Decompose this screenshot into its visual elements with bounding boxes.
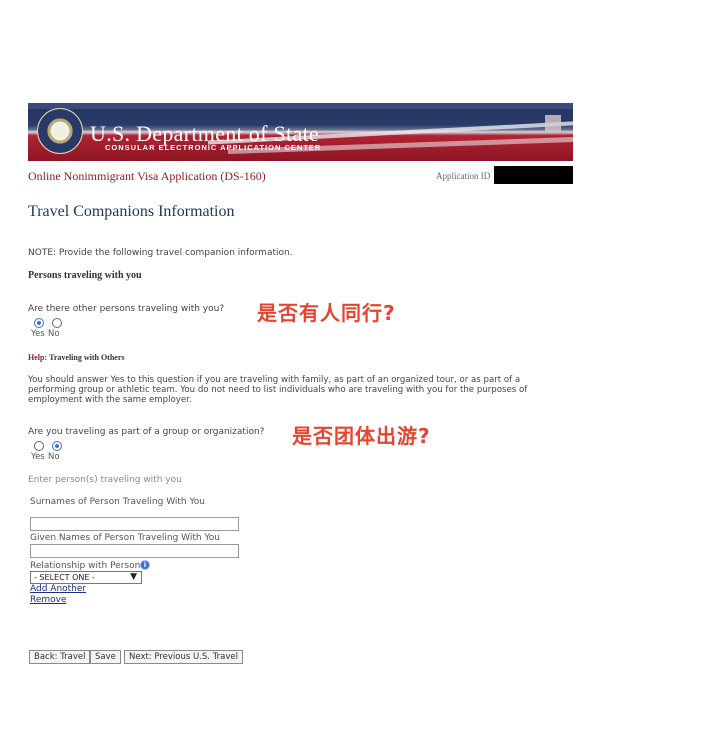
- application-title: Online Nonimmigrant Visa Application (DS…: [28, 169, 266, 183]
- banner-top-bar: [28, 103, 573, 109]
- question-group-travel: Are you traveling as part of a group or …: [28, 427, 265, 437]
- section-heading: Persons traveling with you: [28, 270, 142, 281]
- radio-other-persons-no[interactable]: [52, 318, 62, 328]
- banner-square-icon: [545, 115, 561, 131]
- next-previous-travel-button[interactable]: Next: Previous U.S. Travel: [124, 650, 243, 664]
- header-banner: U.S. Department of State CONSULAR ELECTR…: [28, 103, 573, 161]
- info-icon[interactable]: i: [140, 560, 150, 570]
- radio-other-persons-yes[interactable]: [34, 318, 44, 328]
- radio-no-label: No: [48, 329, 60, 339]
- radio-yes-label: Yes: [31, 329, 45, 339]
- help-text: You should answer Yes to this question i…: [28, 375, 528, 405]
- save-button[interactable]: Save: [90, 650, 121, 664]
- radio-group-yes[interactable]: [34, 441, 44, 451]
- remove-link[interactable]: Remove: [30, 595, 67, 605]
- given-names-input[interactable]: [30, 544, 239, 558]
- given-names-label: Given Names of Person Traveling With You: [30, 533, 220, 543]
- relationship-selected-value: - SELECT ONE -: [34, 573, 95, 582]
- page-title: Travel Companions Information: [28, 203, 235, 220]
- help-header: Help: Traveling with Others: [28, 353, 125, 362]
- state-department-seal-icon: [37, 108, 83, 154]
- radio-group-no[interactable]: [52, 441, 62, 451]
- chevron-down-icon: ▼: [130, 572, 137, 582]
- help-label: Help:: [28, 353, 48, 362]
- companion-form-heading: Enter person(s) traveling with you: [28, 475, 182, 485]
- help-title: Traveling with Others: [49, 353, 125, 362]
- question-other-persons: Are there other persons traveling with y…: [28, 304, 225, 314]
- application-id-redacted: [494, 166, 573, 184]
- back-travel-button[interactable]: Back: Travel: [29, 650, 91, 664]
- radio-no-label: No: [48, 452, 60, 462]
- relationship-label: Relationship with Person: [30, 561, 141, 571]
- surname-label: Surnames of Person Traveling With You: [30, 497, 206, 507]
- relationship-select[interactable]: - SELECT ONE - ▼: [30, 571, 142, 584]
- annotation-group-travel: 是否团体出游?: [292, 424, 431, 448]
- department-subtitle: CONSULAR ELECTRONIC APPLICATION CENTER: [105, 143, 322, 152]
- annotation-companions: 是否有人同行?: [257, 301, 396, 325]
- add-another-link[interactable]: Add Another: [30, 584, 86, 594]
- radio-yes-label: Yes: [31, 452, 45, 462]
- note-text: NOTE: Provide the following travel compa…: [28, 248, 293, 258]
- surname-input[interactable]: [30, 517, 239, 531]
- application-id-label: Application ID: [436, 171, 491, 181]
